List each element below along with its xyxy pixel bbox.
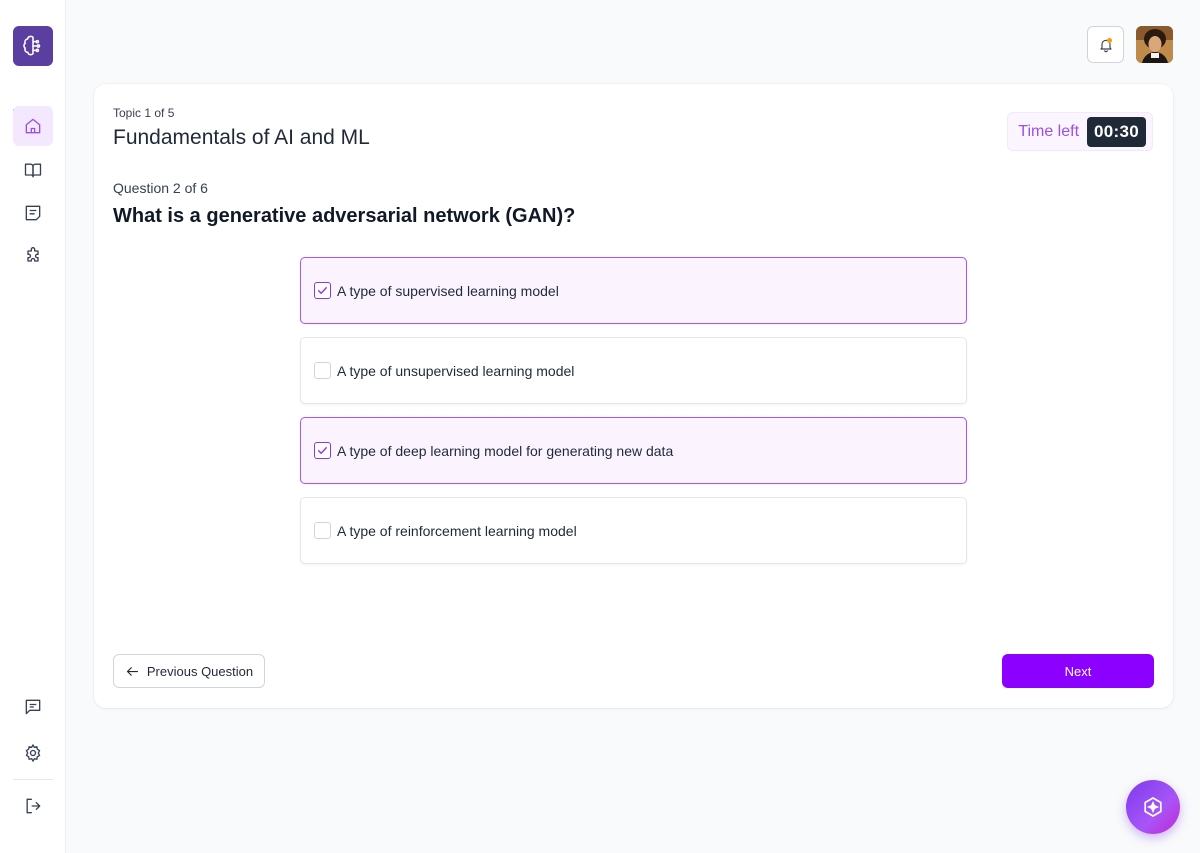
checkbox[interactable]: [314, 522, 331, 539]
next-button[interactable]: Next: [1002, 654, 1154, 688]
quiz-card: Topic 1 of 5 Fundamentals of AI and ML T…: [94, 84, 1173, 708]
answer-option-label: A type of unsupervised learning model: [337, 362, 575, 379]
notes-icon: [25, 205, 41, 221]
checkbox[interactable]: [314, 282, 331, 299]
previous-question-button[interactable]: Previous Question: [113, 654, 265, 688]
brain-logo-icon[interactable]: [13, 26, 53, 66]
answer-option-label: A type of supervised learning model: [337, 282, 559, 299]
question-progress: Question 2 of 6: [113, 180, 208, 196]
ai-assistant-button[interactable]: [1126, 780, 1180, 834]
answer-option[interactable]: A type of reinforcement learning model: [300, 497, 967, 564]
topic-title: Fundamentals of AI and ML: [113, 126, 370, 149]
answer-option-label: A type of reinforcement learning model: [337, 522, 577, 539]
checkbox[interactable]: [314, 442, 331, 459]
sparkle-icon: [1144, 797, 1162, 817]
puzzle-icon: [27, 247, 39, 262]
nav-puzzles[interactable]: [13, 236, 53, 276]
avatar[interactable]: [1136, 26, 1173, 63]
topic-progress: Topic 1 of 5: [113, 106, 175, 120]
answer-option[interactable]: A type of supervised learning model: [300, 257, 967, 324]
sidebar-divider: [13, 779, 53, 780]
book-icon: [24, 163, 42, 178]
check-icon: [318, 447, 327, 454]
answer-option-label: A type of deep learning model for genera…: [337, 442, 674, 459]
answer-options: A type of supervised learning model A ty…: [300, 257, 967, 577]
nav-chat[interactable]: [13, 687, 53, 727]
arrow-left-icon: [126, 666, 138, 676]
answer-option[interactable]: A type of deep learning model for genera…: [300, 417, 967, 484]
answer-option[interactable]: A type of unsupervised learning model: [300, 337, 967, 404]
nav-logout[interactable]: [13, 786, 53, 826]
sidebar: [0, 0, 66, 853]
chat-icon: [25, 699, 41, 715]
logout-icon: [26, 798, 41, 814]
home-icon: [25, 118, 41, 134]
settings-icon: [25, 743, 41, 763]
check-icon: [318, 287, 327, 294]
nav-settings[interactable]: [13, 733, 53, 773]
nav-home[interactable]: [13, 106, 53, 146]
notification-button[interactable]: [1087, 26, 1124, 63]
checkbox[interactable]: [314, 362, 331, 379]
nav-courses[interactable]: [13, 150, 53, 190]
question-text: What is a generative adversarial network…: [113, 205, 576, 227]
notification-dot: [1107, 38, 1112, 43]
previous-question-label: Previous Question: [146, 663, 254, 679]
timer-value: 00:30: [1087, 116, 1146, 147]
timer: Time left 00:30: [1007, 112, 1153, 151]
nav-notes[interactable]: [13, 193, 53, 233]
timer-label: Time left: [1018, 122, 1080, 140]
